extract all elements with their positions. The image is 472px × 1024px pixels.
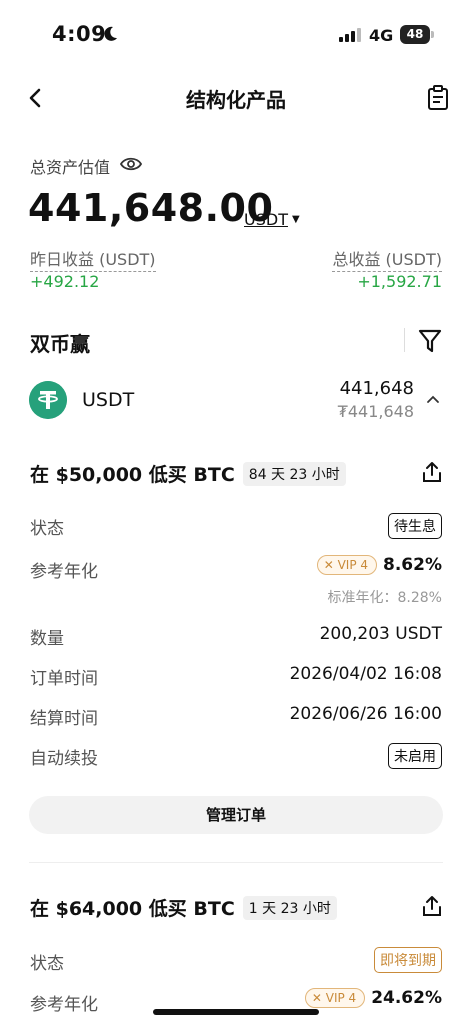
- auto-reinvest-badge[interactable]: 未启用: [388, 743, 442, 769]
- order-title: 在 $64,000 低买 BTC: [30, 898, 235, 920]
- caret-down-icon[interactable]: ▼: [292, 214, 300, 225]
- status-badge: 即将到期: [374, 947, 442, 973]
- battery-cap: [431, 31, 434, 38]
- quantity-value: 200,203 USDT: [319, 624, 442, 644]
- auto-reinvest-label: 自动续投: [30, 749, 98, 769]
- apr-row: ✕ VIP 4 8.62%: [316, 555, 442, 575]
- total-assets-value: 441,648.00: [28, 186, 274, 230]
- share-icon[interactable]: [421, 460, 443, 484]
- status-time: 4:09: [52, 22, 107, 46]
- network-type: 4G: [369, 26, 394, 45]
- settle-time-value: 2026/06/26 16:00: [289, 704, 442, 724]
- coin-amount-fiat: ₮441,648: [337, 402, 414, 421]
- order-title-row: 在 $64,000 低买 BTC 1 天 23 小时: [30, 894, 337, 921]
- status-badge: 待生息: [388, 513, 442, 539]
- vip-badge: ✕ VIP 4: [304, 988, 366, 1008]
- standard-apr: 标准年化：8.28%: [327, 590, 442, 606]
- manage-order-button[interactable]: 管理订单: [29, 796, 443, 834]
- status-bar: 4:09 4G 48: [0, 0, 472, 70]
- filter-icon[interactable]: [418, 328, 442, 354]
- chevron-up-icon[interactable]: [425, 393, 441, 405]
- ref-apr-label: 参考年化: [30, 562, 98, 582]
- moon-icon: [104, 26, 117, 41]
- divider: [404, 328, 405, 352]
- currency-select[interactable]: USDT: [244, 210, 288, 229]
- card-divider: [29, 862, 443, 863]
- quantity-label: 数量: [30, 629, 64, 649]
- total-earnings-label[interactable]: 总收益 (USDT): [332, 246, 442, 272]
- yesterday-earnings-value: +492.12: [30, 272, 100, 291]
- term-badge: 1 天 23 小时: [242, 895, 337, 920]
- vip-badge: ✕ VIP 4: [316, 555, 378, 575]
- vip-label: VIP 4: [337, 558, 369, 572]
- signal-icon: [339, 28, 361, 42]
- total-assets-label: 总资产估值: [30, 158, 111, 177]
- ref-apr-label: 参考年化: [30, 995, 98, 1015]
- apr-row: ✕ VIP 4 24.62%: [304, 988, 442, 1008]
- home-indicator[interactable]: [153, 1009, 319, 1015]
- share-icon[interactable]: [421, 894, 443, 918]
- coin-name: USDT: [82, 389, 135, 411]
- order-title: 在 $50,000 低买 BTC: [30, 464, 235, 486]
- settle-time-label: 结算时间: [30, 709, 98, 729]
- apr-value: 24.62%: [371, 988, 442, 1008]
- battery-icon: 48: [400, 25, 430, 44]
- status-label: 状态: [30, 954, 64, 974]
- eye-icon[interactable]: [120, 155, 142, 173]
- apr-value: 8.62%: [383, 555, 442, 575]
- section-title: 双币赢: [30, 332, 90, 356]
- status-label: 状态: [30, 519, 64, 539]
- term-badge: 84 天 23 小时: [242, 461, 346, 486]
- total-earnings-value: +1,592.71: [357, 272, 442, 291]
- order-history-icon[interactable]: [425, 84, 451, 112]
- order-time-label: 订单时间: [30, 669, 98, 689]
- yesterday-earnings-label[interactable]: 昨日收益 (USDT): [30, 246, 156, 272]
- page-title: 结构化产品: [186, 88, 286, 112]
- vip-label: VIP 4: [325, 991, 357, 1005]
- order-time-value: 2026/04/02 16:08: [289, 664, 442, 684]
- usdt-logo-icon: [29, 381, 67, 419]
- back-arrow-icon[interactable]: [22, 84, 48, 112]
- coin-amount: 441,648: [339, 378, 414, 399]
- order-title-row: 在 $50,000 低买 BTC 84 天 23 小时: [30, 460, 346, 487]
